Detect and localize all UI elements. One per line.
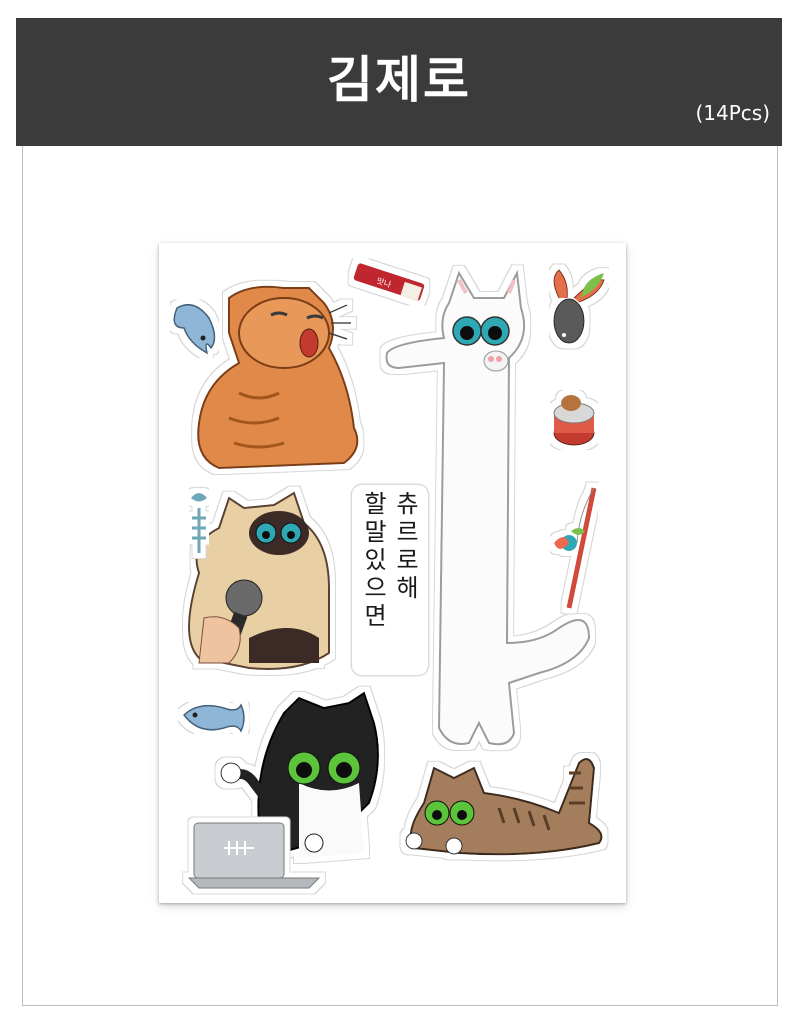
cat-food-can-sticker xyxy=(553,395,595,446)
siamese-cat-sticker xyxy=(188,491,330,670)
fish-sticker-2 xyxy=(182,703,245,733)
toy-mouse-sticker xyxy=(553,269,605,344)
orange-cat-sticker xyxy=(197,285,359,470)
sticker-sheet: 맛나 츄르로해 할말있으면 xyxy=(159,243,626,903)
header-banner: 김제로 (14Pcs) xyxy=(16,18,782,146)
text-sticker-line2: 할말있으면 xyxy=(359,491,387,631)
piece-count: (14Pcs) xyxy=(695,101,770,125)
text-sticker: 츄르로해 할말있으면 xyxy=(352,485,428,675)
text-sticker-line1: 츄르로해 xyxy=(391,491,419,603)
tabby-cat-sticker xyxy=(405,758,603,856)
teaser-rod-sticker xyxy=(554,487,597,609)
fish-sticker-1 xyxy=(173,303,216,355)
page-title: 김제로 xyxy=(327,51,471,109)
